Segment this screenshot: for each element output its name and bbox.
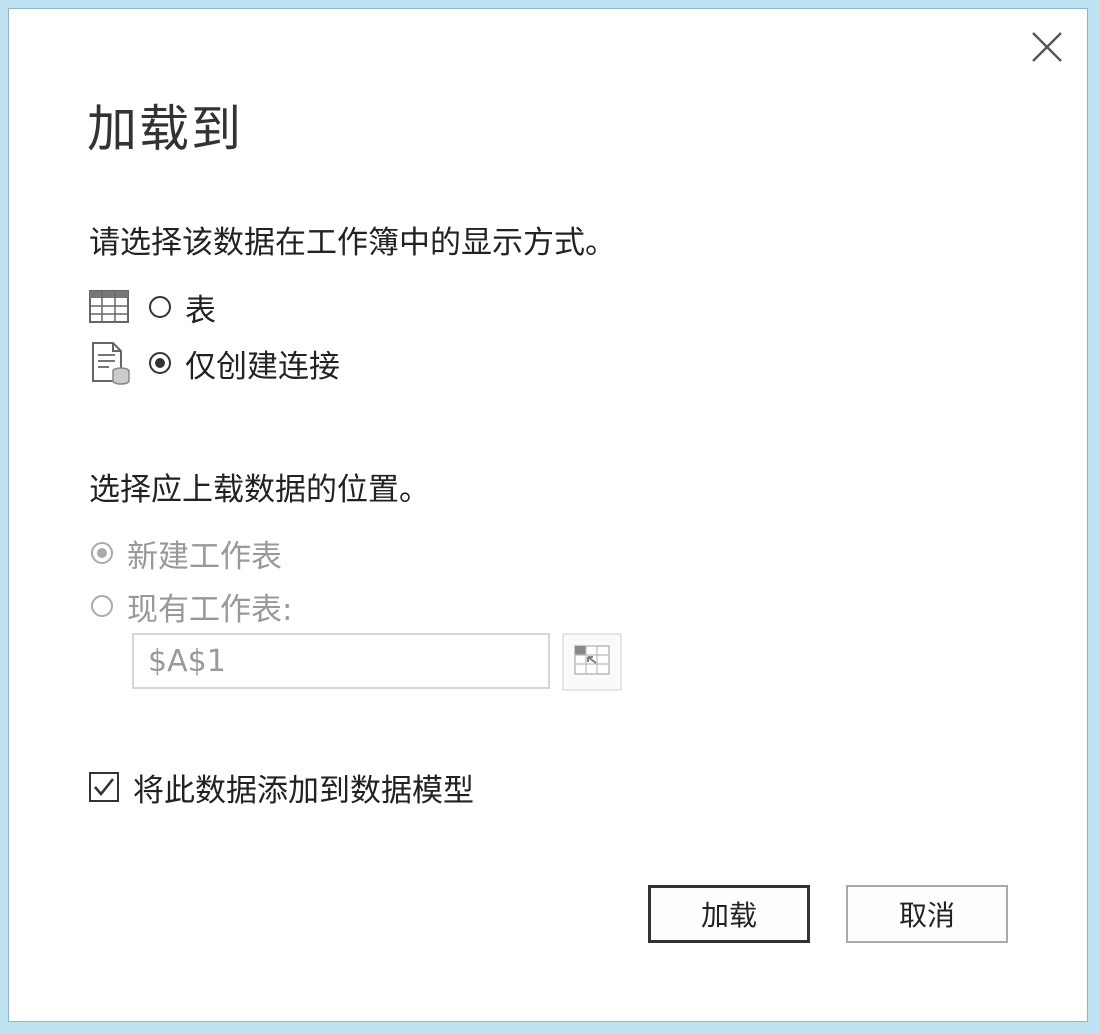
load-to-dialog: 加载到 请选择该数据在工作簿中的显示方式。 表 仅创建连接 选择应上载数据的位置…: [8, 8, 1088, 1022]
option-label-table: 表: [185, 292, 216, 329]
cancel-button[interactable]: 取消: [846, 885, 1008, 943]
display-option-table[interactable]: 表: [89, 285, 216, 329]
display-option-connection[interactable]: 仅创建连接: [89, 341, 340, 385]
close-icon[interactable]: [1027, 27, 1067, 67]
location-section-label: 选择应上载数据的位置。: [89, 472, 430, 508]
option-label-new-worksheet: 新建工作表: [127, 538, 282, 575]
radio-connection[interactable]: [149, 352, 171, 374]
data-model-label: 将此数据添加到数据模型: [133, 772, 474, 809]
cell-reference-input[interactable]: $A$1: [132, 633, 550, 689]
data-model-option[interactable]: 将此数据添加到数据模型: [89, 765, 474, 809]
display-section-label: 请选择该数据在工作簿中的显示方式。: [89, 225, 616, 261]
range-select-icon: [574, 645, 610, 679]
location-option-existing-worksheet[interactable]: 现有工作表:: [89, 584, 292, 628]
dialog-title: 加载到: [87, 100, 243, 158]
range-select-button[interactable]: [562, 633, 622, 691]
load-button[interactable]: 加载: [648, 885, 810, 943]
option-label-existing-worksheet: 现有工作表:: [127, 591, 293, 628]
radio-new-worksheet[interactable]: [91, 542, 113, 564]
connection-icon: [89, 341, 133, 385]
table-icon: [89, 285, 133, 329]
checkmark-icon: [94, 778, 115, 797]
location-option-new-worksheet[interactable]: 新建工作表: [89, 531, 282, 575]
option-label-connection: 仅创建连接: [185, 348, 340, 385]
radio-table[interactable]: [149, 296, 171, 318]
data-model-checkbox[interactable]: [89, 772, 119, 802]
radio-existing-worksheet[interactable]: [91, 595, 113, 617]
